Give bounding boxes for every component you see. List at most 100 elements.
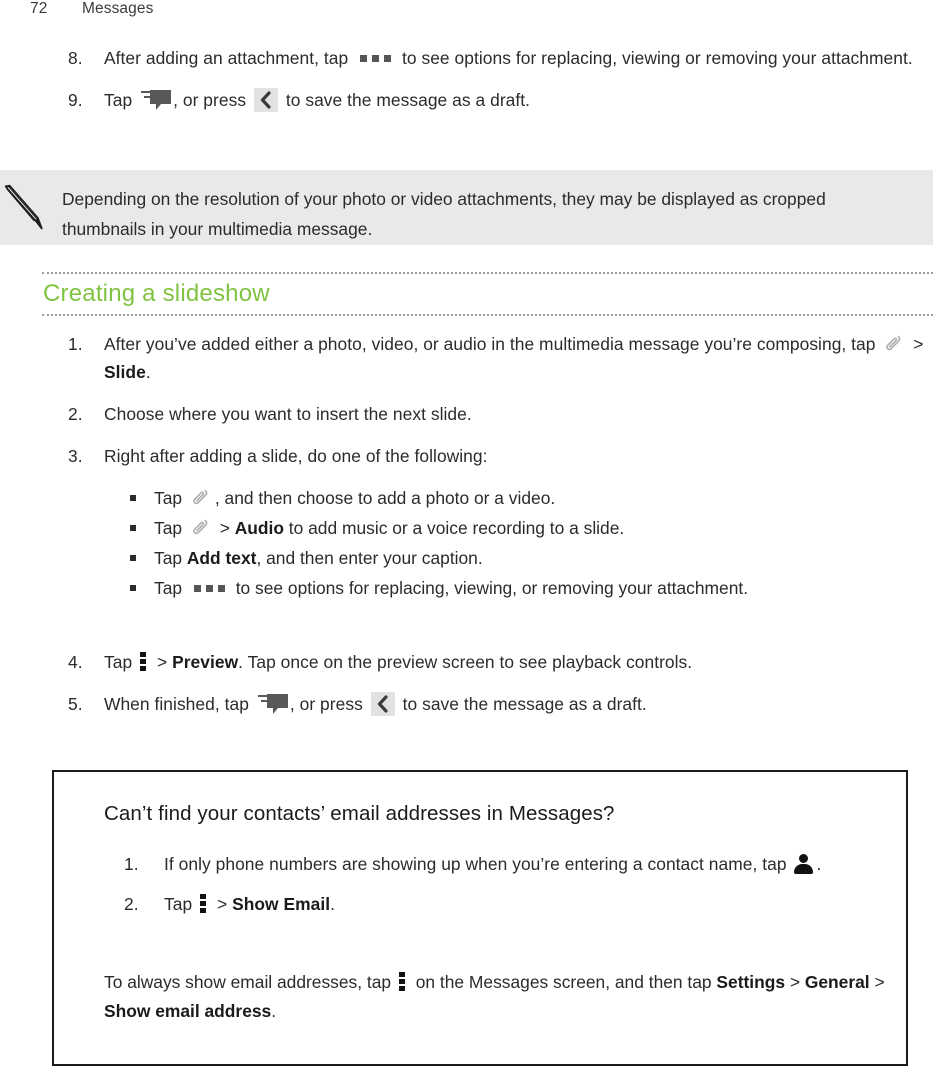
bullet-text-fragment: , and then choose to add a photo or a vi…	[214, 488, 556, 508]
top-steps-section: 8. After adding an attachment, tap to se…	[0, 44, 933, 128]
bullet-square	[130, 585, 136, 591]
list-item: 4. Tap > Preview. Tap once on the previe…	[0, 648, 933, 676]
pencil-icon	[2, 184, 48, 232]
list-item: 2. Tap > Show Email.	[54, 890, 910, 918]
step-number: 8.	[68, 48, 83, 68]
step-number: 5.	[68, 694, 83, 714]
bullet-text-fragment: Tap	[154, 578, 187, 598]
chapter-title: Messages	[82, 0, 154, 17]
list-item: 8. After adding an attachment, tap to se…	[0, 44, 933, 72]
step-text-fragment: , or press	[289, 694, 368, 714]
bullet-text-fragment: to add music or a voice recording to a s…	[283, 518, 625, 538]
step-number: 3.	[68, 446, 83, 466]
bullet-text-fragment: Tap	[154, 548, 187, 568]
step-text-fragment: to see options for replacing, viewing or…	[397, 48, 913, 68]
list-item: 1. If only phone numbers are showing up …	[54, 850, 910, 878]
tip-box-title: Can’t find your contacts’ email addresse…	[104, 802, 615, 825]
step-text: Tap > Show Email.	[164, 894, 335, 914]
step-number: 1.	[124, 854, 139, 874]
list-item: 1. After you’ve added either a photo, vi…	[0, 330, 933, 386]
step-text-fragment: to save the message as a draft.	[280, 90, 531, 110]
send-message-icon[interactable]	[141, 89, 172, 110]
paperclip-icon[interactable]	[190, 487, 212, 509]
back-icon[interactable]	[253, 88, 278, 112]
step-list-slideshow-tail: 4. Tap > Preview. Tap once on the previe…	[0, 648, 933, 718]
page-title: Creating a slideshow	[43, 280, 270, 307]
step-text-fragment: When finished, tap	[104, 694, 254, 714]
step-text-fragment: >	[152, 652, 173, 672]
person-icon[interactable]	[794, 854, 814, 874]
footer-text-bold: General	[804, 972, 870, 992]
step-list-slideshow: 1. After you’ve added either a photo, vi…	[0, 330, 933, 470]
list-item: 9. Tap , or press to save the message as…	[0, 86, 933, 114]
step-text: Tap , or press to save the message as a …	[104, 88, 531, 112]
step-list-tipbox: 1. If only phone numbers are showing up …	[54, 850, 910, 918]
bullet-text-fragment: >	[214, 518, 235, 538]
list-item: Tap Add text, and then enter your captio…	[0, 543, 933, 573]
slideshow-steps-section: 1. After you’ve added either a photo, vi…	[0, 330, 933, 484]
bullet-text-fragment: , and then enter your caption.	[256, 548, 483, 568]
list-item: 3. Right after adding a slide, do one of…	[0, 442, 933, 470]
step-number: 1.	[68, 334, 83, 354]
more-options-horizontal-icon[interactable]	[358, 55, 392, 63]
step-text-fragment: , or press	[173, 90, 251, 110]
more-options-horizontal-icon[interactable]	[192, 585, 226, 593]
footer-text-fragment: on the Messages screen, and then tap	[410, 972, 717, 992]
section-heading: Creating a slideshow	[42, 272, 933, 316]
list-item: 2. Choose where you want to insert the n…	[0, 400, 933, 428]
tip-box: Can’t find your contacts’ email addresse…	[52, 770, 908, 1066]
note-callout: Depending on the resolution of your phot…	[0, 170, 933, 245]
overflow-menu-icon[interactable]	[200, 894, 208, 914]
step-number: 2.	[68, 404, 83, 424]
step-text-fragment: .	[816, 854, 822, 874]
step-number: 9.	[68, 90, 83, 110]
bullet-square	[130, 555, 136, 561]
step-text: After you’ve added either a photo, video…	[104, 334, 923, 382]
footer-text-fragment: To always show email addresses, tap	[104, 972, 396, 992]
step-text-bold: Slide	[104, 362, 146, 382]
bullet-text-fragment: Tap	[154, 488, 187, 508]
heading-rule-bottom	[42, 314, 933, 316]
step-text-fragment: .	[330, 894, 336, 914]
footer-text-fragment: >	[785, 972, 805, 992]
tip-box-footer: To always show email addresses, tap on t…	[104, 968, 894, 1026]
footer-text-fragment: .	[271, 1001, 277, 1021]
bullet-text-bold: Add text	[186, 548, 257, 568]
bullet-text-fragment: Tap	[154, 518, 187, 538]
bullet-square	[130, 495, 136, 501]
step-text-fragment: After adding an attachment, tap	[104, 48, 354, 68]
step-text-fragment: After you’ve added either a photo, video…	[104, 334, 881, 354]
running-header: 72 Messages	[30, 0, 153, 18]
step-text-bold: Preview	[172, 652, 239, 672]
bullet-text-fragment: to see options for replacing, viewing, o…	[230, 578, 749, 598]
overflow-menu-icon[interactable]	[398, 972, 407, 992]
step-text-fragment: >	[908, 334, 924, 354]
step-text: Choose where you want to insert the next…	[104, 404, 472, 424]
step-list-top: 8. After adding an attachment, tap to se…	[0, 44, 933, 114]
page-number: 72	[30, 0, 48, 17]
footer-text-fragment: >	[869, 972, 885, 992]
list-item: Tap > Audio to add music or a voice reco…	[0, 513, 933, 543]
paperclip-icon[interactable]	[190, 517, 212, 539]
note-text: Depending on the resolution of your phot…	[62, 189, 826, 239]
step-text: When finished, tap , or press to save th…	[104, 692, 647, 716]
slideshow-steps-tail-section: 4. Tap > Preview. Tap once on the previe…	[0, 648, 933, 732]
step-text: After adding an attachment, tap to see o…	[104, 48, 913, 68]
back-icon[interactable]	[370, 692, 395, 716]
list-item: 5. When finished, tap , or press to save…	[0, 690, 933, 718]
bullet-list: Tap , and then choose to add a photo or …	[0, 483, 933, 603]
step-text: If only phone numbers are showing up whe…	[164, 854, 821, 874]
list-item: Tap to see options for replacing, viewin…	[0, 573, 933, 603]
step-text-fragment: . Tap once on the preview screen to see …	[238, 652, 693, 672]
send-message-icon[interactable]	[257, 693, 288, 714]
step-text-fragment: If only phone numbers are showing up whe…	[164, 854, 792, 874]
list-item: Tap , and then choose to add a photo or …	[0, 483, 933, 513]
step-text-fragment: to save the message as a draft.	[397, 694, 647, 714]
step-text-fragment: Tap	[104, 652, 138, 672]
footer-text-bold: Settings	[716, 972, 786, 992]
overflow-menu-icon[interactable]	[140, 652, 148, 672]
step-number: 4.	[68, 652, 83, 672]
step-text-fragment: Tap	[164, 894, 198, 914]
slideshow-bullets-section: Tap , and then choose to add a photo or …	[0, 483, 933, 603]
paperclip-icon[interactable]	[883, 333, 905, 355]
